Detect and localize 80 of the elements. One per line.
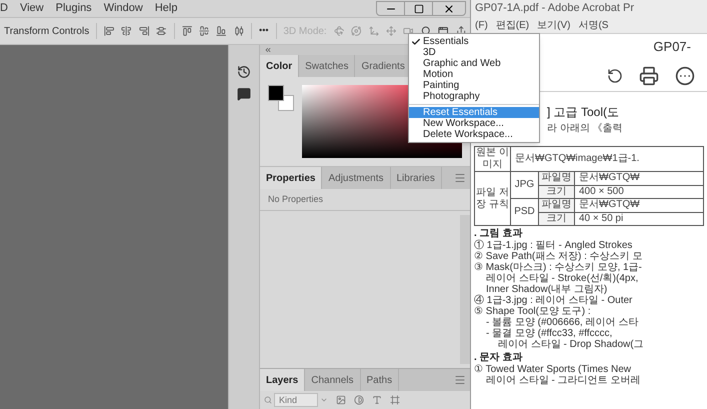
table-cell-text: 문서₩GTQ₩ xyxy=(578,199,641,212)
section-heading: . 문자 효과 xyxy=(474,352,524,364)
scrollbar[interactable] xyxy=(460,215,470,364)
document-text-line: - 볼륨 모양 (#006666, 레이어 스타 xyxy=(486,317,640,328)
workspace-menu-item[interactable]: Motion xyxy=(409,69,539,80)
document-text-line: ③ Mask(마스크) : 수상스키 모양, 1급- xyxy=(474,262,643,273)
layer-filter-field[interactable]: Kind xyxy=(274,393,318,407)
document-text-line: - 물결 모양 (#ffcc33, #ffcccc, xyxy=(486,328,614,339)
table-cell-text: 40 × 50 pi xyxy=(578,213,624,225)
menu-item[interactable]: Help xyxy=(154,0,178,17)
more-button[interactable]: ••• xyxy=(259,24,268,38)
document-text-line: ② Save Path(패스 저장) : 수상스키 모 xyxy=(474,251,644,262)
document-text-line: ① 1급-1.jpg : 필터 - Angled Strokes xyxy=(474,240,634,251)
menu-item[interactable]: (F) xyxy=(475,18,488,32)
document-text-line: 레이어 스타일 - 그라디언트 오버레 xyxy=(486,375,642,386)
section-heading: . 그림 효과 xyxy=(474,228,524,240)
no-properties-text: No Properties xyxy=(268,192,324,206)
document-instruction: 라 아래의 《출력 xyxy=(547,122,624,136)
align-center-icon[interactable] xyxy=(121,25,132,37)
collapse-icon[interactable] xyxy=(264,46,272,54)
align-middle-icon[interactable] xyxy=(198,25,210,37)
transform-controls-label: Transform Controls xyxy=(4,24,90,38)
panel-tab[interactable]: Color xyxy=(260,55,300,77)
document-text-line: Inner Shadow(내부 그림자) xyxy=(486,284,608,295)
document-text-line: 레이어 스타일 - Stroke(선/획)(4px, xyxy=(486,273,640,284)
maximize-icon xyxy=(414,4,424,14)
adjustment-filter-icon[interactable] xyxy=(354,395,364,405)
search-icon xyxy=(264,396,272,404)
panel-menu-icon[interactable] xyxy=(454,172,466,184)
close-icon xyxy=(443,2,455,14)
distribute-icon[interactable] xyxy=(156,25,167,37)
menu-item[interactable]: 보기(V) xyxy=(537,18,570,32)
workspace-menu-item[interactable]: Essentials xyxy=(409,36,539,47)
shape-filter-icon[interactable] xyxy=(390,395,400,405)
menu-item[interactable]: View xyxy=(20,0,44,17)
document-text-line: ① Towed Water Sports (Times New xyxy=(474,364,632,375)
history-icon[interactable] xyxy=(237,65,251,79)
workspace-menu-item[interactable]: 3D xyxy=(409,47,539,58)
workspace-menu-item[interactable]: Delete Workspace... xyxy=(409,129,539,140)
document-text-line: ⑤ Shape Tool(모양 도구) : xyxy=(474,306,592,317)
menu-item[interactable]: 편집(E) xyxy=(496,18,530,32)
distribute-icon[interactable] xyxy=(234,25,244,37)
workspace-menu-item[interactable]: Painting xyxy=(409,80,539,91)
table-cell-text: 문서₩GTQ₩ xyxy=(578,172,641,185)
check-icon xyxy=(411,36,421,46)
menu-item[interactable]: 서명(S xyxy=(578,18,608,32)
align-bottom-icon[interactable] xyxy=(216,25,227,37)
table-cell-text: 문서₩GTQ₩image₩1급-1. xyxy=(514,152,640,166)
camera-icon[interactable] xyxy=(403,25,414,37)
menu-item[interactable]: Plugins xyxy=(56,0,92,17)
document-title: GP07- xyxy=(653,38,691,56)
panel-tab[interactable]: Properties xyxy=(260,167,322,189)
workspace-menu-item[interactable]: New Workspace... xyxy=(409,118,539,129)
print-icon[interactable] xyxy=(639,66,659,86)
document-heading: ] 고급 Tool(도 xyxy=(547,104,620,120)
comment-icon[interactable] xyxy=(237,87,251,101)
workspace-menu-item[interactable]: Photography xyxy=(409,91,539,102)
table-cell: 파일 저장 규칙 xyxy=(475,172,511,225)
menu-item[interactable]: Window xyxy=(104,0,143,17)
type-filter-icon[interactable] xyxy=(372,395,382,405)
panel-menu-icon[interactable] xyxy=(454,374,466,386)
panel-tab[interactable]: Layers xyxy=(260,369,306,391)
table-cell: 크기 xyxy=(539,186,575,198)
table-cell-text: 400 × 500 xyxy=(578,186,625,198)
align-right-icon[interactable] xyxy=(138,25,150,37)
workspace-menu-item[interactable]: Graphic and Web xyxy=(409,58,539,69)
menu-item[interactable]: D xyxy=(0,0,8,17)
window-title: GP07-1A.pdf - Adobe Acrobat Pr xyxy=(475,1,634,16)
align-left-icon[interactable] xyxy=(104,25,114,37)
document-text-line: ④ 1급-3.jpg : 레이어 스타일 - Outer xyxy=(474,295,634,306)
color-swatches-icon[interactable] xyxy=(268,85,294,111)
document-text-line: 레이어 스타일 - Drop Shadow(그 xyxy=(498,339,645,350)
undo-icon[interactable] xyxy=(607,68,623,84)
more-icon[interactable] xyxy=(675,66,695,86)
table-cell: 크기 xyxy=(539,213,575,225)
table-cell: 파일명 xyxy=(539,172,575,185)
pixel-filter-icon[interactable] xyxy=(336,395,346,405)
align-top-icon[interactable] xyxy=(182,25,192,37)
table-cell: 파일명 xyxy=(539,199,575,212)
table-cell: 원본 이미지 xyxy=(475,147,511,171)
